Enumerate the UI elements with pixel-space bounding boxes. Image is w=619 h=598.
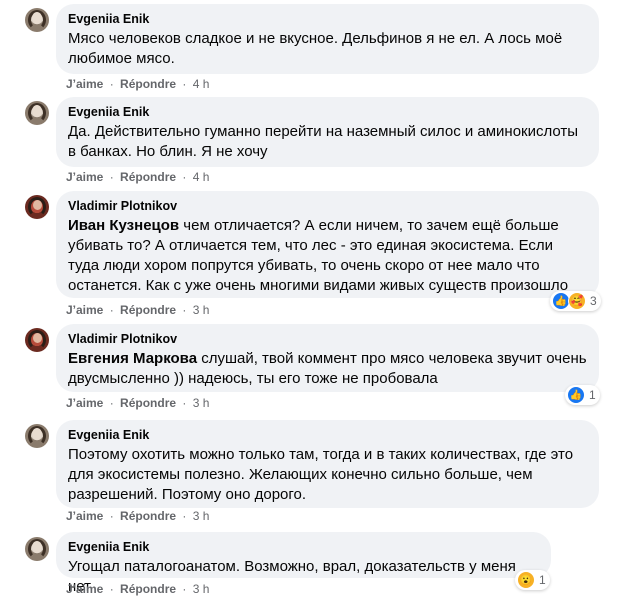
- reply-button[interactable]: Répondre: [120, 303, 176, 317]
- like-button[interactable]: J’aime: [66, 396, 103, 410]
- avatar[interactable]: [25, 101, 49, 125]
- separator-dot: ·: [109, 509, 114, 523]
- comment-text: Поэтому охотить можно только там, тогда …: [68, 446, 574, 503]
- separator-dot: ·: [109, 303, 114, 317]
- reply-button[interactable]: Répondre: [120, 170, 176, 184]
- comment-author[interactable]: Evgeniia Enik: [68, 539, 539, 555]
- separator-dot: ·: [109, 77, 114, 91]
- comment-text: Да. Действительно гуманно перейти на наз…: [68, 123, 579, 160]
- like-button[interactable]: J’aime: [66, 509, 103, 523]
- comment-actions: J’aime · Répondre · 4 h: [66, 77, 209, 91]
- comment-author[interactable]: Vladimir Plotnikov: [68, 198, 587, 214]
- avatar[interactable]: [25, 8, 49, 32]
- comment-timestamp[interactable]: 4 h: [193, 77, 210, 91]
- avatar[interactable]: [25, 195, 49, 219]
- comment-timestamp[interactable]: 3 h: [193, 303, 210, 317]
- separator-dot: ·: [109, 396, 114, 410]
- avatar[interactable]: [25, 424, 49, 448]
- reaction-summary[interactable]: 👍 1: [565, 385, 600, 405]
- like-button[interactable]: J’aime: [66, 77, 103, 91]
- wow-icon: 😮: [517, 571, 535, 589]
- separator-dot: ·: [109, 582, 114, 596]
- comment-text: Мясо человеков сладкое и не вкусное. Дел…: [68, 30, 563, 67]
- reaction-count: 1: [589, 388, 596, 402]
- separator-dot: ·: [182, 303, 187, 317]
- comment-bubble: Evgeniia Enik Поэтому охотить можно толь…: [56, 420, 599, 508]
- comment-actions: J’aime · Répondre · 3 h: [66, 396, 209, 410]
- mention-link[interactable]: Евгения Маркова: [68, 350, 197, 367]
- comment-bubble: Evgeniia Enik Да. Действительно гуманно …: [56, 97, 599, 167]
- comment-bubble: Evgeniia Enik Мясо человеков сладкое и н…: [56, 4, 599, 74]
- comment-bubble: Vladimir Plotnikov Евгения Маркова слуша…: [56, 324, 599, 392]
- separator-dot: ·: [182, 170, 187, 184]
- separator-dot: ·: [182, 582, 187, 596]
- mention-link[interactable]: Иван Кузнецов: [68, 217, 179, 234]
- comment-timestamp[interactable]: 4 h: [193, 170, 210, 184]
- comment-actions: J’aime · Répondre · 4 h: [66, 170, 209, 184]
- like-button[interactable]: J’aime: [66, 582, 103, 596]
- like-button[interactable]: J’aime: [66, 170, 103, 184]
- comment-author[interactable]: Evgeniia Enik: [68, 427, 587, 443]
- avatar[interactable]: [25, 537, 49, 561]
- comment-text: Иван Кузнецов чем отличается? А если нич…: [68, 216, 587, 296]
- comment-author[interactable]: Vladimir Plotnikov: [68, 331, 587, 347]
- comment-author[interactable]: Evgeniia Enik: [68, 104, 587, 120]
- reply-button[interactable]: Répondre: [120, 582, 176, 596]
- separator-dot: ·: [182, 509, 187, 523]
- like-button[interactable]: J’aime: [66, 303, 103, 317]
- reaction-summary[interactable]: 👍 🥰 3: [550, 291, 601, 311]
- comment-actions: J’aime · Répondre · 3 h: [66, 582, 209, 596]
- like-icon: 👍: [567, 386, 585, 404]
- reaction-count: 1: [539, 573, 546, 587]
- reply-button[interactable]: Répondre: [120, 77, 176, 91]
- reaction-summary[interactable]: 😮 1: [515, 570, 550, 590]
- reaction-count: 3: [590, 294, 597, 308]
- comment-actions: J’aime · Répondre · 3 h: [66, 509, 209, 523]
- separator-dot: ·: [109, 170, 114, 184]
- separator-dot: ·: [182, 396, 187, 410]
- reply-button[interactable]: Répondre: [120, 396, 176, 410]
- comment-bubble: Evgeniia Enik Угощал паталогоанатом. Воз…: [56, 532, 551, 595]
- reply-button[interactable]: Répondre: [120, 509, 176, 523]
- comment-actions: J’aime · Répondre · 3 h: [66, 303, 209, 317]
- comment-timestamp[interactable]: 3 h: [193, 509, 210, 523]
- comment-timestamp[interactable]: 3 h: [193, 396, 210, 410]
- avatar[interactable]: [25, 328, 49, 352]
- comment-author[interactable]: Evgeniia Enik: [68, 11, 587, 27]
- comment-text: Евгения Маркова слушай, твой коммент про…: [68, 349, 587, 389]
- comment-timestamp[interactable]: 3 h: [193, 582, 210, 596]
- separator-dot: ·: [182, 77, 187, 91]
- comment-bubble: Vladimir Plotnikov Иван Кузнецов чем отл…: [56, 191, 599, 298]
- care-icon: 🥰: [568, 292, 586, 310]
